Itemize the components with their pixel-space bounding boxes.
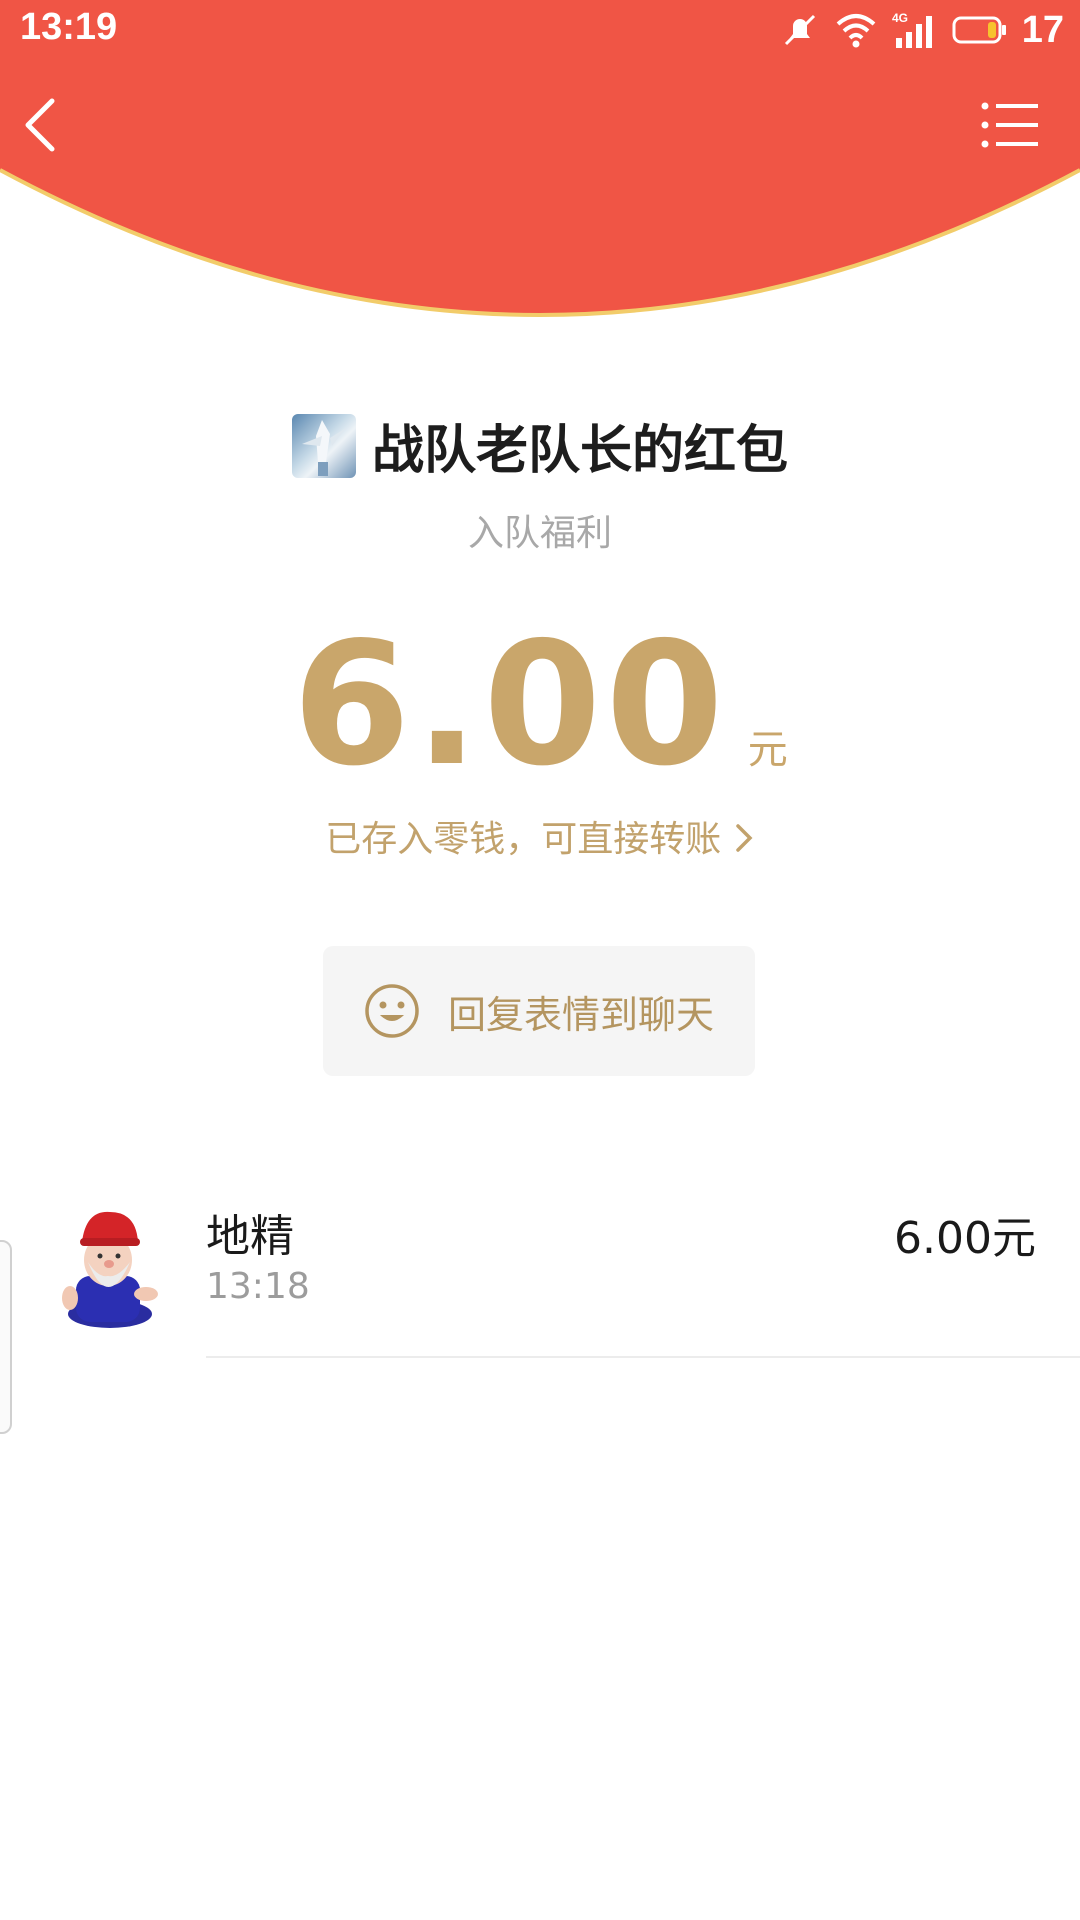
packet-subtitle: 入队福利	[467, 513, 612, 554]
mute-bell-icon	[784, 14, 815, 46]
list-menu-icon[interactable]	[980, 100, 1040, 150]
amount-value: 6.00	[292, 606, 728, 804]
reply-sticker-label: 回复表情到聊天	[447, 992, 714, 1037]
receive-time: 13:18	[206, 1266, 310, 1307]
status-icons: 4G 17	[780, 8, 1064, 52]
reply-sticker-button[interactable]: 回复表情到聊天	[323, 946, 755, 1076]
battery-level: 17	[1021, 8, 1064, 51]
receiver-row[interactable]: 地精 13:18 6.00元	[0, 1190, 1080, 1358]
robot-avatar-icon	[301, 419, 346, 476]
signal-4g-icon: 4G	[892, 11, 932, 48]
network-label: 4G	[892, 11, 908, 25]
deposit-text: 已存入零钱，可直接转账	[325, 819, 722, 860]
back-chevron-icon[interactable]	[20, 95, 60, 155]
status-time: 13:19	[20, 6, 118, 48]
wifi-icon	[836, 14, 876, 48]
gnome-avatar	[62, 1211, 158, 1328]
amount-unit: 元	[747, 727, 788, 773]
amount-row: 6.00 元	[0, 620, 1080, 790]
chevron-right-icon	[735, 824, 753, 852]
receive-amount: 6.00元	[894, 1213, 1036, 1264]
side-drag-handle[interactable]	[0, 1240, 12, 1434]
receiver-name: 地精	[206, 1211, 294, 1262]
row-divider	[206, 1356, 1080, 1358]
team-avatar	[291, 413, 356, 478]
packet-title: 战队老队长的红包	[371, 421, 788, 481]
deposit-link[interactable]: 已存入零钱，可直接转账	[0, 810, 1080, 862]
smiley-icon	[365, 984, 419, 1038]
battery-icon	[952, 16, 1006, 44]
red-packet-header: 13:19 4G 17	[0, 0, 1080, 330]
packet-title-row: 战队老队长的红包	[0, 408, 1080, 483]
